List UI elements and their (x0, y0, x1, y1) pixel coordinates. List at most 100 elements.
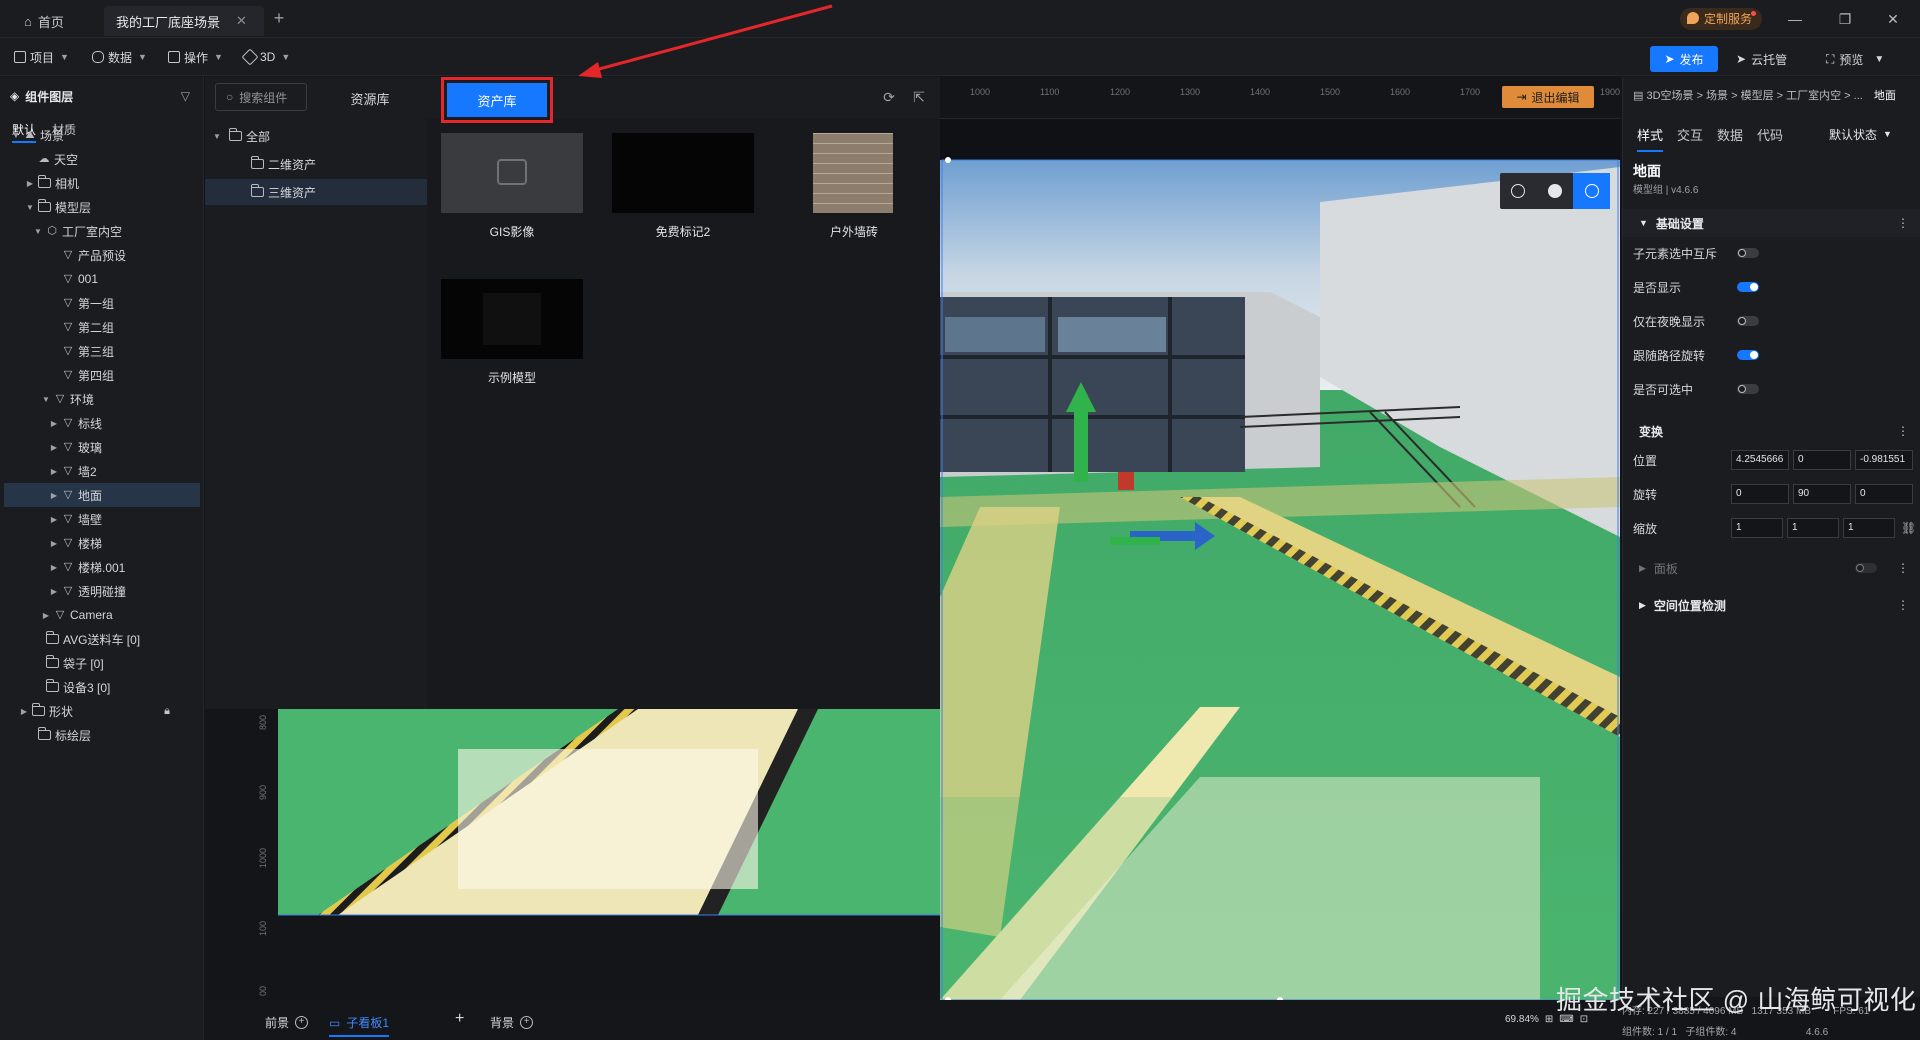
link-icon[interactable]: ⛓ (1901, 521, 1916, 535)
more-icon[interactable]: ⋮ (1897, 598, 1909, 612)
tree-item-camera[interactable]: ▶ ▽ Camera (4, 603, 200, 627)
menu-project[interactable]: 项目 ▼ (14, 47, 69, 67)
restore-button[interactable]: ❐ (1830, 6, 1860, 32)
tree-item-scene[interactable]: ▼ ⛰ 场景 (4, 123, 200, 147)
status-components: 组件数: 1 / 1 子组件数: 4 4.6.6 (1622, 1027, 1829, 1038)
tree-item-group1[interactable]: ▽ 第一组 (4, 291, 200, 315)
refresh-icon[interactable]: ⟳ (881, 89, 897, 105)
tree-item-sky[interactable]: ☁ 天空 (4, 147, 200, 171)
asset-tree-3d[interactable]: 三维资产 (205, 179, 427, 205)
tab-data[interactable]: 数据 (1717, 125, 1743, 144)
rotation-z-input[interactable]: 0 (1855, 484, 1913, 504)
state-select[interactable]: 默认状态 ▼ (1829, 121, 1892, 147)
toggle-switch[interactable] (1737, 248, 1759, 258)
tree-item-stairs001[interactable]: ▶ ▽ 楼梯.001 (4, 555, 200, 579)
section-panel[interactable]: ▶ 面板 ⋮ (1623, 554, 1920, 582)
tree-item-factory[interactable]: ▼ ⬡ 工厂室内空 (4, 219, 200, 243)
menu-data[interactable]: 数据 ▼ (92, 47, 147, 67)
tree-item-walls[interactable]: ▶ ▽ 墙壁 (4, 507, 200, 531)
tree-item-glass[interactable]: ▶ ▽ 玻璃 (4, 435, 200, 459)
orbit-mode-button[interactable] (1500, 173, 1537, 209)
toggle-switch[interactable] (1737, 384, 1759, 394)
minimize-button[interactable]: — (1780, 6, 1810, 32)
menu-3d[interactable]: 3D ▼ (241, 47, 290, 67)
tree-item-group2[interactable]: ▽ 第二组 (4, 315, 200, 339)
section-basic-settings[interactable]: ▼ 基础设置 ⋮ (1623, 209, 1920, 237)
model-group-icon: ▽ (63, 513, 73, 525)
scale-y-input[interactable]: 1 (1787, 518, 1839, 538)
tree-item-plot-layer[interactable]: 标绘层 (4, 723, 200, 747)
tree-item-product-preset[interactable]: ▽ 产品预设 (4, 243, 200, 267)
tab-project[interactable]: 我的工厂底座场景 ✕ (104, 6, 264, 36)
sub-board-tab[interactable]: ▭ 子看板1 (329, 1014, 390, 1037)
exit-edit-button[interactable]: ⇥ 退出编辑 (1502, 86, 1594, 108)
background-tab[interactable]: 背景 + (490, 1014, 534, 1031)
asset-tree-all[interactable]: ▼ 全部 (205, 123, 427, 149)
fit-screen-icon[interactable]: ⊞ (1545, 1014, 1553, 1025)
tree-item-collision[interactable]: ▶ ▽ 透明碰撞 (4, 579, 200, 603)
tab-asset-library[interactable]: 资产库 (441, 77, 553, 123)
tree-item-environment[interactable]: ▼ ▽ 环境 (4, 387, 200, 411)
tab-interaction[interactable]: 交互 (1677, 125, 1703, 144)
lock-icon[interactable]: 🔒︎ (164, 705, 170, 718)
custom-service-button[interactable]: 定制服务 (1680, 8, 1763, 30)
more-icon[interactable]: ⋮ (1897, 216, 1909, 230)
tab-home[interactable]: ⌂ 首页 (12, 6, 76, 36)
tree-item-device3[interactable]: 设备3 [0] (4, 675, 200, 699)
add-circle-icon[interactable]: + (520, 1016, 534, 1029)
model-group-icon: ▽ (63, 585, 73, 597)
tab-style[interactable]: 样式 (1637, 125, 1664, 152)
more-icon[interactable]: ⋮ (1897, 561, 1909, 575)
publish-button[interactable]: ➤ 发布 (1650, 46, 1718, 72)
toggle-switch[interactable] (1855, 563, 1877, 573)
tab-resource-library[interactable]: 资源库 (315, 77, 425, 119)
preview-button[interactable]: ⛶ 预览 ▼ (1826, 46, 1884, 72)
close-window-button[interactable]: ✕ (1878, 6, 1908, 32)
foreground-tab[interactable]: 前景 + (265, 1014, 309, 1031)
section-transform[interactable]: 变换 ⋮ (1623, 417, 1920, 445)
tree-item-wall2[interactable]: ▶ ▽ 墙2 (4, 459, 200, 483)
close-icon[interactable]: ✕ (236, 13, 247, 29)
rotation-y-input[interactable]: 90 (1793, 484, 1851, 504)
tab-code[interactable]: 代码 (1757, 125, 1783, 144)
tree-item-group3[interactable]: ▽ 第三组 (4, 339, 200, 363)
rotation-x-input[interactable]: 0 (1731, 484, 1789, 504)
toggle-switch[interactable] (1737, 350, 1759, 360)
menu-operation[interactable]: 操作 ▼ (168, 47, 223, 67)
tree-item-camera-folder[interactable]: ▶ 相机 (4, 171, 200, 195)
search-input[interactable]: ○ 搜索组件 (215, 83, 307, 111)
more-icon[interactable]: ⋮ (1897, 424, 1909, 438)
new-tab-button[interactable]: + (268, 8, 290, 30)
breadcrumb-path[interactable]: 3D空场景 > 场景 > 模型层 > 工厂室内空 > ... (1646, 90, 1862, 102)
tree-item-001[interactable]: ▽ 001 (4, 267, 200, 291)
add-circle-icon[interactable]: + (295, 1016, 309, 1029)
asset-card[interactable]: GIS影像 (441, 133, 583, 240)
position-x-input[interactable]: 4.2545666 (1731, 450, 1789, 470)
asset-card[interactable]: 免费标记2 (612, 133, 754, 240)
position-y-input[interactable]: 0 (1793, 450, 1851, 470)
tree-item-markline[interactable]: ▶ ▽ 标线 (4, 411, 200, 435)
toggle-switch[interactable] (1737, 282, 1759, 292)
tree-item-bag[interactable]: 袋子 [0] (4, 651, 200, 675)
solid-mode-button[interactable] (1537, 173, 1574, 209)
tree-item-group4[interactable]: ▽ 第四组 (4, 363, 200, 387)
section-space-detection[interactable]: ▶ 空间位置检测 ⋮ (1623, 591, 1920, 619)
scene-viewport[interactable]: 1000 1100 1200 1300 1400 1500 1600 1700 … (940, 77, 1620, 1040)
export-icon[interactable]: ⇱ (911, 89, 927, 105)
toggle-switch[interactable] (1737, 316, 1759, 326)
asset-tree-2d[interactable]: 二维资产 (205, 151, 427, 177)
rotate-mode-button[interactable] (1573, 173, 1611, 209)
cloud-host-button[interactable]: ➤ 云托管 (1736, 46, 1787, 72)
add-board-button[interactable]: + (455, 1010, 464, 1028)
asset-card[interactable]: 示例模型 (441, 279, 583, 386)
position-z-input[interactable]: -0.981551 (1855, 450, 1913, 470)
asset-card[interactable]: 户外墙砖 (783, 133, 925, 240)
scale-x-input[interactable]: 1 (1731, 518, 1783, 538)
tree-item-shape[interactable]: ▶ 形状 🔒︎ (4, 699, 200, 723)
tree-item-ground[interactable]: ▶ ▽ 地面 (4, 483, 200, 507)
tree-item-stairs[interactable]: ▶ ▽ 楼梯 (4, 531, 200, 555)
tree-item-model-layer[interactable]: ▼ 模型层 (4, 195, 200, 219)
filter-icon[interactable]: ▽ (181, 89, 190, 103)
scale-z-input[interactable]: 1 (1843, 518, 1895, 538)
tree-item-agv[interactable]: AVG送料车 [0] (4, 627, 200, 651)
